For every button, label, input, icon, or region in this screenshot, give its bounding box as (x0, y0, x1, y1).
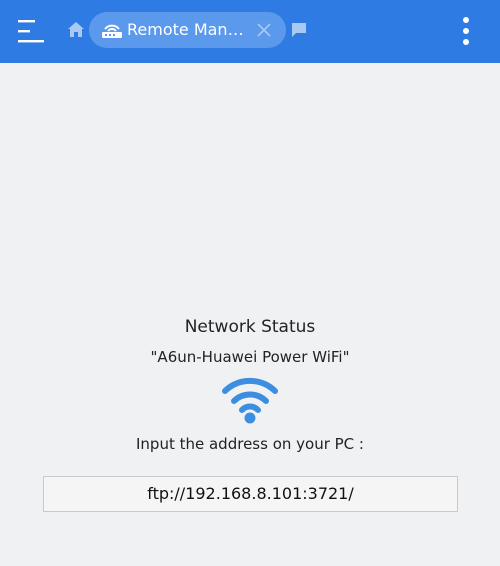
chat-icon (292, 23, 306, 37)
instruction-text: Input the address on your PC : (136, 435, 364, 453)
chat-button[interactable] (290, 22, 308, 38)
home-button[interactable] (67, 21, 85, 39)
wifi-icon (222, 377, 278, 424)
tab-close-button[interactable] (256, 22, 272, 38)
more-options-button[interactable] (456, 16, 476, 46)
tab-label: Remote Man… (127, 20, 244, 39)
router-icon (102, 24, 122, 38)
network-status-title: Network Status (184, 317, 316, 337)
menu-button[interactable] (14, 16, 48, 46)
home-icon (68, 22, 84, 37)
top-app-bar: Remote Man… (0, 0, 500, 63)
menu-icon (18, 20, 44, 43)
main-content: Network Status "A6un-Huawei Power WiFi" … (0, 63, 500, 566)
tab-remote-manager[interactable]: Remote Man… (89, 12, 286, 48)
more-vertical-icon (463, 17, 469, 45)
close-icon (257, 23, 271, 37)
ftp-address-field[interactable]: ftp://192.168.8.101:3721/ (43, 476, 458, 512)
network-name: "A6un-Huawei Power WiFi" (150, 348, 350, 366)
